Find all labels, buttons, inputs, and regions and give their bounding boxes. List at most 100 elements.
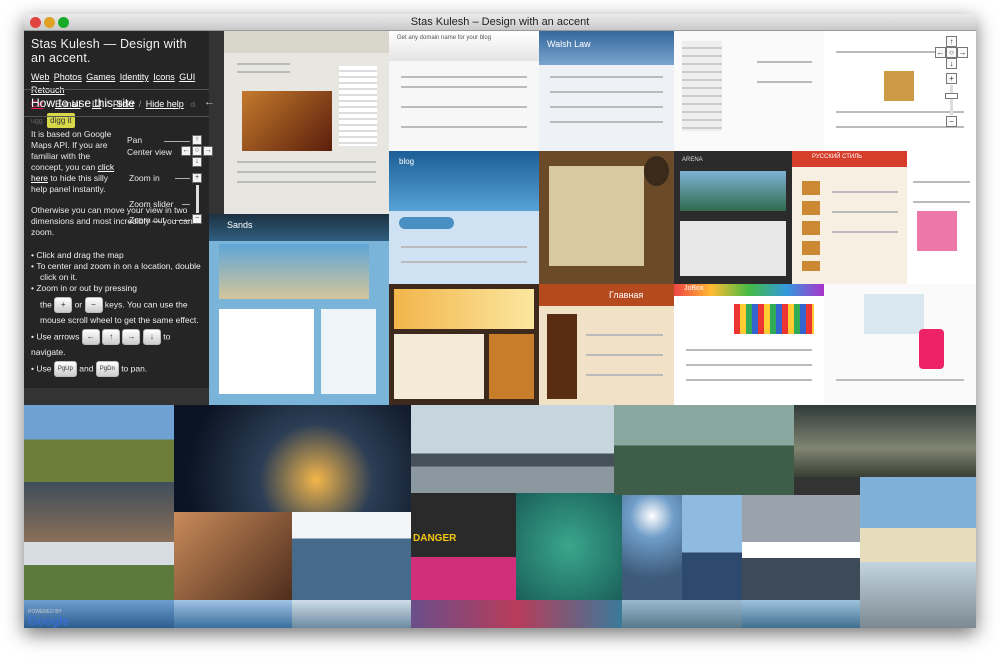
map-zoom-in-button[interactable]: + [946, 73, 957, 84]
nav-link-gui[interactable]: GUI [179, 72, 195, 82]
label-zoom-in: Zoom in [129, 173, 160, 183]
down-arrow-key-icon: ↓ [142, 329, 161, 345]
bullet-4: • Use arrows ← ↑ → ↓ to navigate. [31, 329, 206, 359]
browser-window: Stas Kulesh – Design with an accent Get … [24, 14, 976, 628]
tile-site-6-title: blog [399, 157, 415, 166]
nav-link-photos[interactable]: Photos [54, 72, 82, 82]
tile-site-8[interactable]: ARENA [674, 151, 792, 284]
collapse-arrow-icon[interactable]: ← [204, 96, 215, 108]
photo-mountains[interactable] [24, 542, 174, 600]
label-center-view: Center view [127, 147, 172, 157]
label-pan: Pan [127, 135, 143, 145]
photo-valley[interactable] [622, 600, 742, 628]
tile-site-6[interactable]: blog [389, 151, 539, 284]
zoom-window-icon[interactable] [58, 17, 69, 28]
map-zoom-slider[interactable] [950, 85, 953, 115]
google-logo[interactable]: POWERED BY Google [28, 609, 69, 627]
site-title: Stas Kulesh — Design with an accent. [31, 37, 187, 65]
help-header: How to use this site ← [24, 89, 215, 117]
bullet-3-text: Zoom in or out by pressing [36, 283, 137, 293]
map-zoom-slider-handle[interactable] [945, 93, 958, 99]
photo-city-night[interactable] [174, 405, 411, 512]
help-center-icon: ○ [192, 146, 202, 156]
photo-road-hills[interactable] [24, 405, 174, 482]
help-panel: Stas Kulesh — Design with an accent. Web… [24, 31, 215, 388]
help-title: How to use this site [31, 96, 136, 110]
photo-sky[interactable] [742, 600, 860, 628]
photo-fairy-girl[interactable]: DANGER [411, 493, 516, 600]
tile-site-7[interactable] [539, 151, 674, 284]
photo-danger-sign: DANGER [413, 533, 457, 544]
otherwise-text: Otherwise you can move your view in two … [31, 205, 193, 237]
map-pan-up-button[interactable]: ↑ [946, 36, 957, 47]
help-pan-right-icon: → [203, 146, 213, 156]
photo-sun[interactable] [622, 495, 682, 600]
left-arrow-key-icon: ← [81, 329, 100, 345]
up-arrow-key-icon: ↑ [102, 329, 121, 345]
bullet-5: • Use PgUp and PgDn to pan. [31, 361, 147, 377]
tile-site-2[interactable]: Get any domain name for your blog [389, 31, 539, 151]
right-arrow-key-icon: → [122, 329, 141, 345]
pgdn-key-icon: PgDn [95, 361, 119, 377]
bullet-1-text: Click and drag the map [36, 250, 124, 260]
the-word: the [40, 299, 52, 310]
photo-green-mountains[interactable] [614, 405, 794, 495]
tile-site-10[interactable] [907, 151, 976, 284]
photo-person-lying[interactable] [174, 512, 292, 600]
tile-site-1[interactable] [224, 31, 389, 214]
to-pan-text: to pan. [121, 363, 148, 374]
map-pan-right-button[interactable]: → [957, 47, 968, 58]
tile-site-3[interactable]: Walsh Law [539, 31, 674, 151]
map-zoom-out-button[interactable]: − [946, 116, 957, 127]
tile-site-14[interactable]: JoBox [674, 284, 824, 405]
tile-site-13[interactable]: Главная [539, 284, 674, 405]
close-window-icon[interactable] [30, 17, 41, 28]
photo-clouds[interactable] [174, 600, 292, 628]
photo-stormy-sky[interactable] [794, 405, 976, 477]
photo-coast[interactable] [24, 482, 174, 542]
photo-green-water[interactable] [516, 493, 622, 600]
nav-link-web[interactable]: Web [31, 72, 49, 82]
pgup-key-icon: PgUp [53, 361, 77, 377]
tile-site-12[interactable] [389, 284, 539, 405]
nav-link-identity[interactable]: Identity [120, 72, 149, 82]
plus-key-icon: + [54, 297, 73, 313]
or-word: or [74, 299, 83, 310]
map-pan-left-button[interactable]: ← [935, 47, 946, 58]
map-center-button[interactable]: ○ [946, 47, 957, 58]
bullet-2-text: To center and zoom in on a location, dou… [36, 261, 201, 282]
minimize-window-icon[interactable] [44, 17, 55, 28]
nav-link-games[interactable]: Games [86, 72, 115, 82]
tile-site-9[interactable]: РУССКИЙ СТИЛЬ [792, 151, 907, 284]
tile-site-9-title: РУССКИЙ СТИЛЬ [812, 154, 863, 160]
photo-a-frame[interactable] [682, 495, 742, 600]
photo-bridge[interactable] [860, 562, 976, 628]
bullet-3-detail: the + or − keys. You can use the mouse s… [40, 297, 205, 327]
help-zoom-in-icon: + [192, 173, 202, 183]
help-pan-down-icon: ↓ [192, 157, 202, 167]
photo-rocky-beach[interactable] [411, 405, 614, 493]
nav-link-icons[interactable]: Icons [153, 72, 175, 82]
tile-site-11[interactable]: Sands [209, 214, 389, 405]
and-word: and [79, 363, 94, 374]
photo-beach[interactable] [860, 477, 976, 562]
bullet-1: • Click and drag the map [31, 250, 124, 260]
help-pan-left-icon: ← [181, 146, 191, 156]
photo-colorful[interactable] [411, 600, 622, 628]
photo-cockpit[interactable] [292, 512, 411, 600]
tile-site-4[interactable] [674, 31, 824, 151]
bullet-4-text: Use arrows [36, 331, 80, 342]
tile-site-15[interactable] [824, 284, 976, 405]
intro-text: It is based on Google Maps API. If you a… [31, 129, 123, 195]
window-title: Stas Kulesh – Design with an accent [410, 16, 590, 28]
tile-site-13-title: Главная [609, 290, 644, 300]
help-pan-up-icon: ↑ [192, 135, 202, 145]
map-pan-down-button[interactable]: ↓ [946, 58, 957, 69]
tile-site-2-title: Get any domain name for your blog [397, 35, 492, 41]
tile-site-11-title: Sands [227, 220, 253, 230]
bullet-3: • Zoom in or out by pressing [31, 283, 137, 293]
google-wordmark: Google [28, 614, 70, 628]
bullet-5-text: Use [36, 363, 52, 374]
photo-harbor[interactable] [742, 495, 860, 600]
photo-lake[interactable] [292, 600, 411, 628]
